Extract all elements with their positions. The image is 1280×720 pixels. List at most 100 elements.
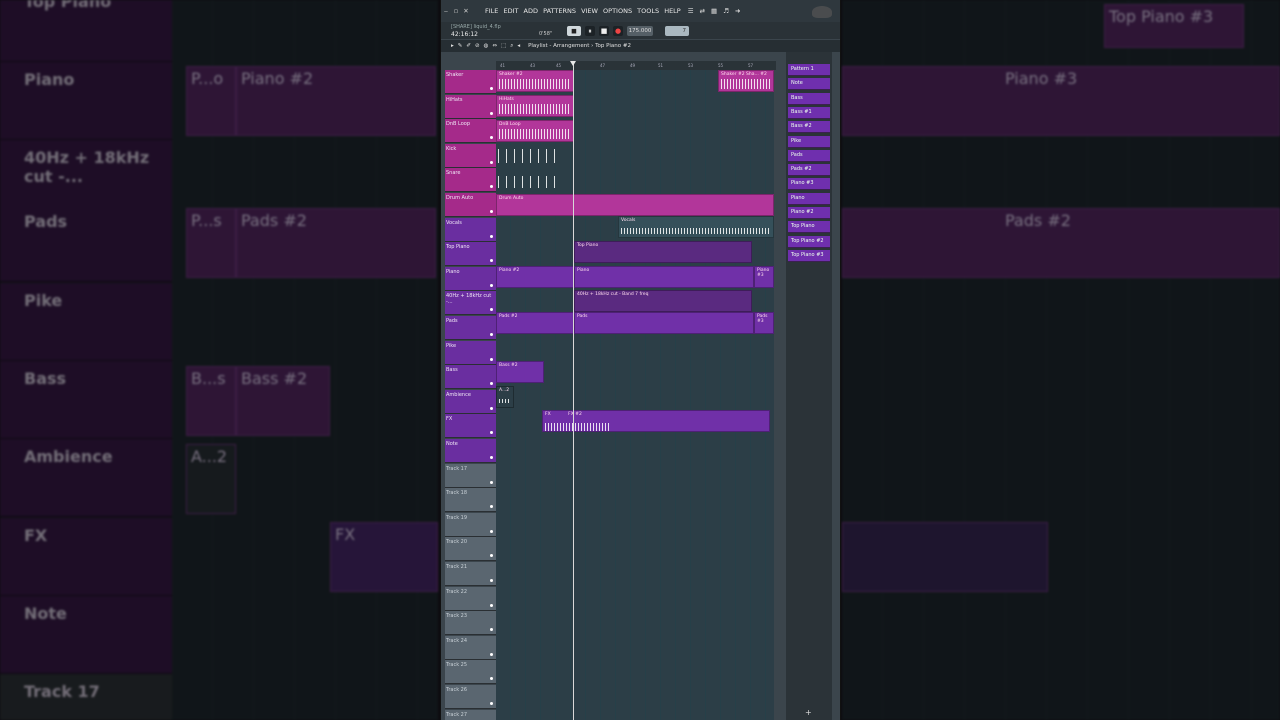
- arrangement-grid[interactable]: Shaker #2 Shaker #2 Sha... #2 HiHats DnB…: [496, 70, 774, 720]
- track-header[interactable]: Track 20: [445, 537, 496, 562]
- track-led-icon[interactable]: [490, 579, 493, 582]
- track-led-icon[interactable]: [490, 357, 493, 361]
- track-header[interactable]: 40Hz + 18kHz cut -...: [445, 291, 496, 316]
- arrow-icon[interactable]: ➜: [735, 7, 740, 15]
- track-led-icon[interactable]: [490, 505, 493, 509]
- track-header[interactable]: Track 27: [445, 709, 496, 720]
- automation-icon[interactable]: ⇄: [700, 7, 705, 15]
- playhead-marker-icon[interactable]: [570, 61, 576, 66]
- track-header[interactable]: Track 22: [445, 586, 496, 611]
- track-header[interactable]: Shaker: [445, 70, 496, 94]
- pattern-selector[interactable]: 7: [665, 26, 689, 36]
- mixer-icon[interactable]: ☰: [688, 7, 694, 15]
- draw-icon[interactable]: ✎: [458, 43, 463, 49]
- track-led-icon[interactable]: [490, 628, 493, 632]
- track-led-icon[interactable]: [490, 259, 493, 263]
- menu-file[interactable]: FILE: [485, 7, 498, 15]
- track-header[interactable]: DnB Loop: [445, 119, 496, 144]
- track-header[interactable]: HiHats: [445, 94, 496, 119]
- snap-icon[interactable]: ▸: [451, 43, 454, 49]
- clip-shaker-right[interactable]: Shaker #2 Sha... #2: [718, 70, 774, 92]
- track-led-icon[interactable]: [490, 160, 493, 164]
- track-header[interactable]: Track 25: [445, 660, 496, 685]
- picker-item[interactable]: Pads #2: [788, 164, 830, 177]
- picker-item[interactable]: Pads: [788, 149, 830, 162]
- minimize-icon[interactable]: ‒: [441, 7, 451, 15]
- picker-item[interactable]: Pattern 1: [788, 64, 830, 76]
- track-led-icon[interactable]: [490, 652, 493, 656]
- track-header[interactable]: Track 23: [445, 611, 496, 636]
- track-header[interactable]: Note: [445, 439, 496, 463]
- mute-icon[interactable]: ◍: [484, 43, 489, 49]
- delete-icon[interactable]: ⊘: [475, 43, 480, 49]
- menu-view[interactable]: VIEW: [581, 7, 598, 15]
- picker-item[interactable]: Piano #2: [788, 207, 830, 219]
- paint-icon[interactable]: ✐: [466, 43, 471, 49]
- menu-options[interactable]: OPTIONS: [603, 7, 632, 15]
- clip-dnb-loop[interactable]: DnB Loop: [496, 120, 574, 142]
- picker-item[interactable]: Piano: [788, 192, 830, 205]
- track-led-icon[interactable]: [490, 283, 493, 287]
- clip-pads[interactable]: Pads: [574, 312, 754, 334]
- track-header[interactable]: Track 26: [445, 685, 496, 709]
- clip-pads-2[interactable]: Pads #2: [496, 312, 574, 334]
- menu-add[interactable]: ADD: [524, 7, 538, 15]
- track-led-icon[interactable]: [490, 603, 493, 607]
- track-led-icon[interactable]: [490, 87, 493, 90]
- track-led-icon[interactable]: [490, 185, 493, 189]
- zoom-icon[interactable]: ⌕: [510, 43, 513, 50]
- channel-rack-icon[interactable]: ▦: [711, 7, 717, 15]
- menu-edit[interactable]: EDIT: [503, 7, 518, 15]
- clip-vocals[interactable]: Vocals: [618, 216, 774, 238]
- clip-piano[interactable]: Piano: [574, 266, 754, 288]
- tempo-display[interactable]: 175.000: [627, 26, 653, 36]
- menu-tools[interactable]: TOOLS: [637, 7, 659, 15]
- timeline-ruler[interactable]: 41 43 45 47 49 51 53 55 57: [496, 61, 776, 70]
- playhead-line[interactable]: [573, 62, 574, 720]
- picker-item[interactable]: Note: [788, 78, 830, 91]
- slip-icon[interactable]: ⇔: [492, 43, 497, 49]
- track-led-icon[interactable]: [490, 210, 493, 213]
- piano-roll-icon[interactable]: ♬: [723, 7, 729, 15]
- pattern-song-toggle[interactable]: ◼: [567, 26, 581, 36]
- stop-icon[interactable]: ■: [599, 26, 609, 36]
- track-header[interactable]: Top Piano: [445, 242, 496, 267]
- clip-pads-3[interactable]: Pads #3: [754, 312, 774, 334]
- track-led-icon[interactable]: [490, 431, 493, 435]
- picker-item[interactable]: Bass: [788, 92, 830, 105]
- track-header[interactable]: Bass: [445, 365, 496, 390]
- menu-patterns[interactable]: PATTERNS: [543, 7, 576, 15]
- track-led-icon[interactable]: [490, 677, 493, 681]
- playback-icon[interactable]: ◂: [517, 43, 520, 49]
- track-header[interactable]: Track 18: [445, 488, 496, 513]
- clip-ambience[interactable]: A...2: [496, 386, 514, 408]
- record-icon[interactable]: ●: [613, 26, 623, 36]
- clip-bass-2[interactable]: Bass #2: [496, 361, 544, 383]
- close-icon[interactable]: ✕: [461, 7, 471, 15]
- clip-piano-3[interactable]: Piano #3: [754, 266, 774, 288]
- track-led-icon[interactable]: [490, 136, 493, 140]
- track-header[interactable]: Track 19: [445, 512, 496, 537]
- track-header[interactable]: Kick: [445, 143, 496, 168]
- track-led-icon[interactable]: [490, 111, 493, 115]
- track-led-icon[interactable]: [490, 456, 493, 459]
- track-header[interactable]: Piano: [445, 266, 496, 291]
- track-led-icon[interactable]: [490, 234, 493, 238]
- clip-piano-2[interactable]: Piano #2: [496, 266, 574, 288]
- track-led-icon[interactable]: [490, 406, 493, 410]
- track-header[interactable]: Track 21: [445, 562, 496, 586]
- picker-item[interactable]: Top Piano #2: [788, 235, 830, 248]
- picker-item[interactable]: Pike: [788, 135, 830, 148]
- track-header[interactable]: Track 24: [445, 635, 496, 660]
- picker-item[interactable]: Top Piano: [788, 221, 830, 234]
- clip-snare[interactable]: [496, 170, 560, 192]
- track-led-icon[interactable]: [490, 480, 493, 484]
- clip-fx[interactable]: FX FX #2: [542, 410, 770, 432]
- clip-drum-auto[interactable]: Drum Auto: [496, 194, 774, 216]
- track-header[interactable]: FX: [445, 414, 496, 439]
- clip-hihats[interactable]: HiHats: [496, 95, 574, 117]
- menu-help[interactable]: HELP: [664, 7, 681, 15]
- track-led-icon[interactable]: [490, 382, 493, 386]
- track-header[interactable]: Vocals: [445, 217, 496, 242]
- clip-kick[interactable]: [496, 145, 560, 167]
